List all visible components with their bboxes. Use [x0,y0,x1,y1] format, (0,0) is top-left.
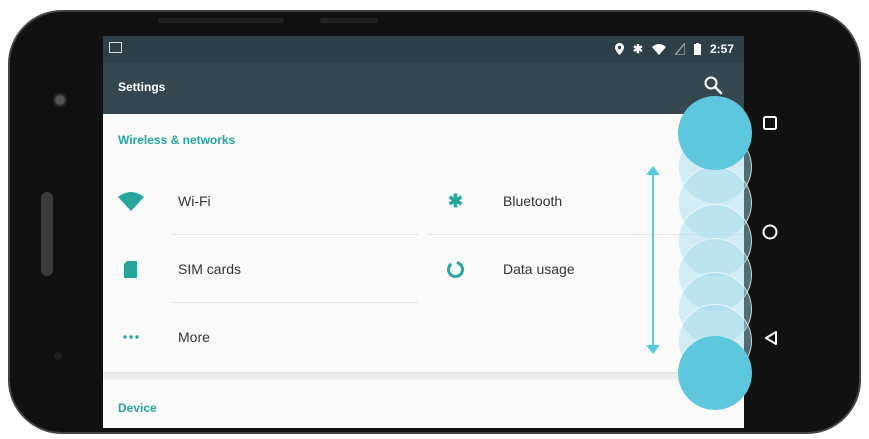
data-usage-icon [447,260,464,278]
speaker-grille [41,192,53,276]
front-camera [53,93,67,107]
no-sim-icon [674,43,685,55]
divider [173,234,418,235]
data-usage-label: Data usage [503,261,575,277]
wifi-icon [651,43,666,55]
section-header-device: Device [118,401,157,415]
search-icon[interactable] [702,74,724,96]
wifi-icon [117,191,144,211]
power-button [320,18,378,23]
bluetooth-icon: ✱ [632,42,643,56]
section-header-wireless: Wireless & networks [118,133,236,147]
sim-cards-label: SIM cards [178,261,242,277]
clock: 2:57 [709,42,734,56]
more-icon [122,335,139,339]
battery-icon [693,43,701,55]
location-icon [614,43,624,55]
divider [173,302,418,303]
back-triangle-icon[interactable] [763,330,779,346]
page-title: Settings [118,80,166,94]
gesture-start-circle [678,96,752,170]
bluetooth-label: Bluetooth [503,193,563,209]
swipe-arrow-icon [646,166,660,354]
gesture-end-circle [678,336,752,410]
sensor [54,352,62,360]
wifi-label: Wi-Fi [178,193,211,209]
sim-cards-item[interactable]: SIM cards [103,236,423,302]
more-label: More [178,329,210,345]
recents-square-icon[interactable] [762,115,778,131]
bluetooth-icon: ✱ [447,190,464,211]
home-circle-icon[interactable] [761,223,779,241]
wifi-item[interactable]: Wi-Fi [103,168,423,234]
volume-button [158,18,284,23]
toolbar: Settings [103,62,744,114]
image-notification-icon [109,42,122,53]
status-bar: ✱ 2:57 [103,36,744,62]
section-separator [103,372,744,380]
sim-card-icon [124,260,137,278]
more-item[interactable]: More [103,304,423,370]
